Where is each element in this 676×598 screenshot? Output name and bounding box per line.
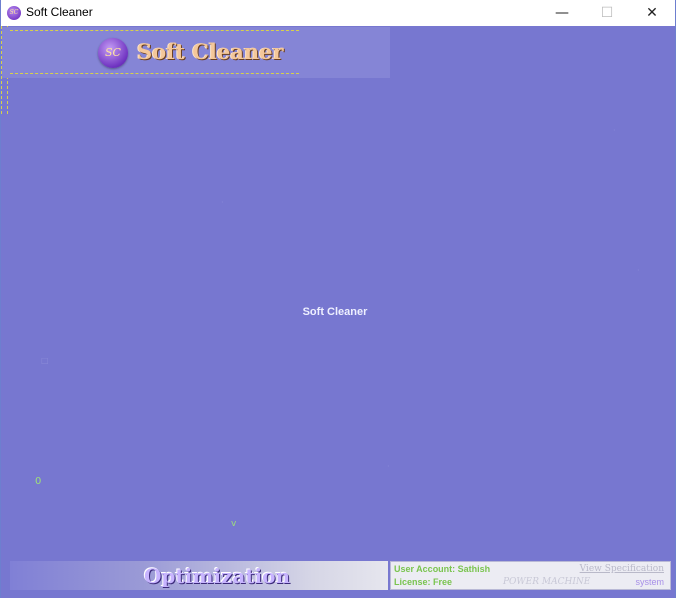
status-mark-v: v <box>231 519 237 529</box>
user-account-label: User Account: Sathish <box>394 564 491 574</box>
decorative-dot: □ <box>41 356 49 365</box>
logo-icon: SC <box>98 38 128 68</box>
logo-text: Soft Cleaner <box>137 39 284 64</box>
decorative-dot: · <box>387 462 390 471</box>
center-label: Soft Cleaner <box>302 306 368 318</box>
header-panel: SC Soft Cleaner <box>2 27 390 78</box>
optimization-label: Optimization <box>144 564 291 588</box>
account-info-panel: User Account: Sathish License: Free View… <box>390 561 671 590</box>
power-machine-label: POWER MACHINE <box>503 577 591 587</box>
main-window: SC Soft Cleaner □ · · · · Soft Cleaner 0… <box>0 26 676 598</box>
decorative-dot: · <box>613 126 616 135</box>
title-bar: SC Soft Cleaner — ☐ ✕ <box>0 0 676 26</box>
decorative-dot: · <box>221 198 224 207</box>
close-button[interactable]: ✕ <box>629 0 675 26</box>
decorative-dot: · <box>637 266 640 275</box>
status-mark-zero: 0 <box>35 476 42 487</box>
system-label[interactable]: system <box>635 577 664 587</box>
app-icon: SC <box>7 6 21 20</box>
minimize-button[interactable]: — <box>539 0 585 26</box>
maximize-button[interactable]: ☐ <box>584 0 630 26</box>
optimization-button[interactable]: Optimization <box>10 561 388 590</box>
view-specification-link[interactable]: View Specification <box>580 564 664 574</box>
window-title: Soft Cleaner <box>26 5 93 19</box>
license-label: License: Free <box>394 577 453 587</box>
